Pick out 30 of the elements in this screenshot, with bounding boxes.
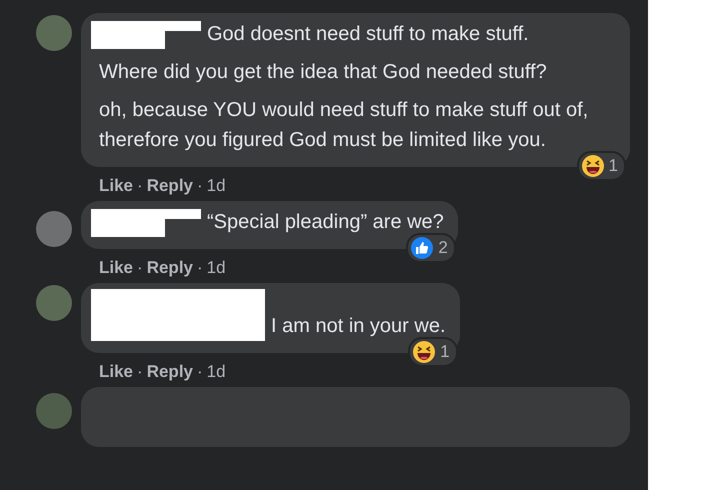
action-link[interactable]: Reply (146, 176, 193, 196)
reaction-count[interactable]: 2 (406, 233, 456, 263)
comment-text: God doesnt need stuff to make stuff. (207, 22, 529, 47)
comment-text: I am not in your we. (271, 314, 446, 339)
avatar-photo[interactable] (36, 393, 72, 429)
avatar-photo[interactable] (36, 211, 72, 247)
action-link[interactable]: Like (99, 258, 134, 278)
reaction-count[interactable]: 1 (408, 337, 458, 367)
action-link[interactable]: Like (99, 176, 134, 196)
separator-dot: · (137, 176, 143, 196)
timestamp: 1d (206, 258, 226, 278)
comment-text: Where did you get the idea that God needed stuff? (98, 60, 548, 85)
avatar-photo[interactable] (36, 285, 72, 321)
timestamp: 1d (206, 176, 226, 196)
laughing-emoji-icon (412, 340, 436, 364)
laughing-emoji-icon (580, 154, 605, 178)
separator-dot: · (197, 258, 203, 278)
action-link[interactable]: Reply (146, 258, 193, 278)
separator-dot: · (197, 362, 203, 382)
action-link[interactable]: Like (99, 362, 134, 382)
thumbs-up-icon (410, 236, 434, 260)
timestamp: 1d (206, 362, 226, 382)
separator-dot: · (137, 258, 143, 278)
comment-text: “Special pleading” are we? (207, 210, 444, 235)
reaction-count[interactable]: 1 (576, 151, 626, 181)
separator-dot: · (137, 362, 143, 382)
separator-dot: · (197, 176, 203, 196)
comment-text: oh, because YOU would need stuff to make stuff out of, therefore you figured God must be limited like you. (98, 98, 590, 153)
avatar-photo[interactable] (36, 15, 72, 51)
action-link[interactable]: Reply (146, 362, 193, 382)
